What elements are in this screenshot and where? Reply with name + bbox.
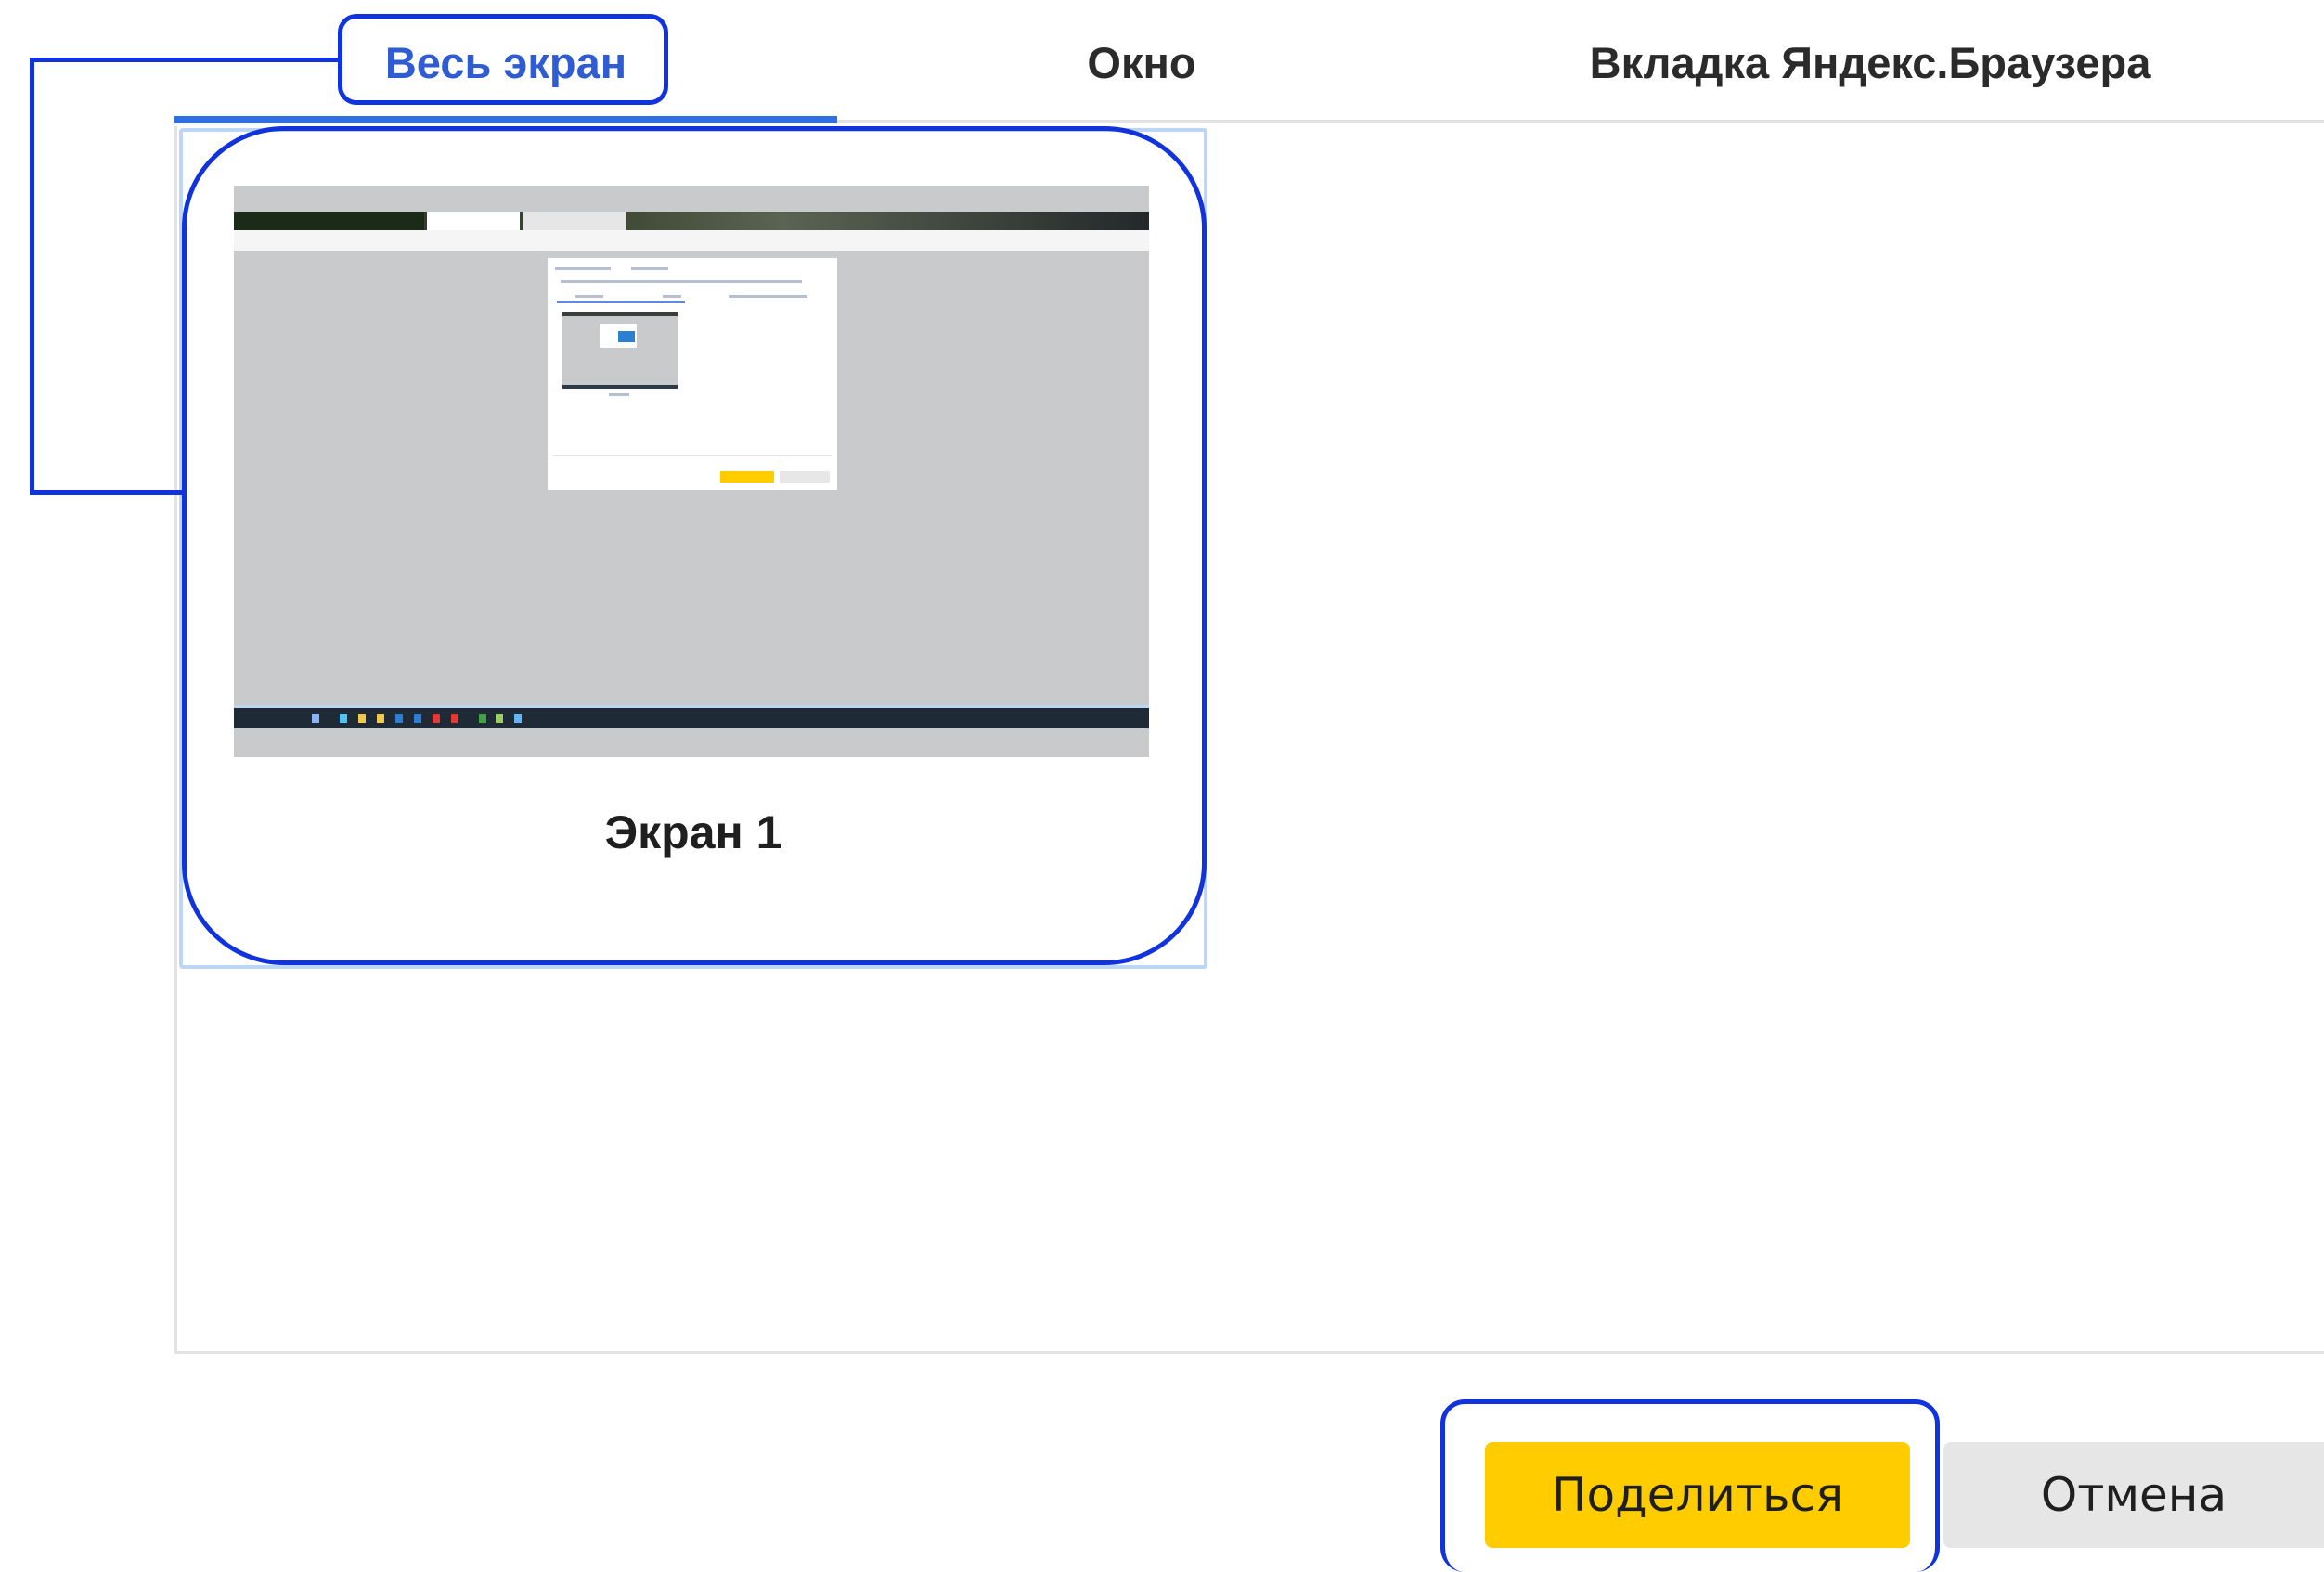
cancel-button[interactable]: Отмена: [1943, 1442, 2324, 1548]
annotation-screen-highlight: [182, 126, 1207, 965]
annotation-leader-bottom: [30, 490, 184, 495]
annotation-leader-vertical: [30, 58, 34, 495]
tab-yandex-browser[interactable]: Вкладка Яндекс.Браузера: [1531, 35, 2209, 91]
active-tab-indicator: [174, 116, 837, 123]
share-button[interactable]: Поделиться: [1485, 1442, 1910, 1548]
tab-window[interactable]: Окно: [1002, 35, 1281, 91]
annotation-leader-top: [30, 58, 340, 62]
annotation-tab-highlight: [338, 14, 668, 105]
